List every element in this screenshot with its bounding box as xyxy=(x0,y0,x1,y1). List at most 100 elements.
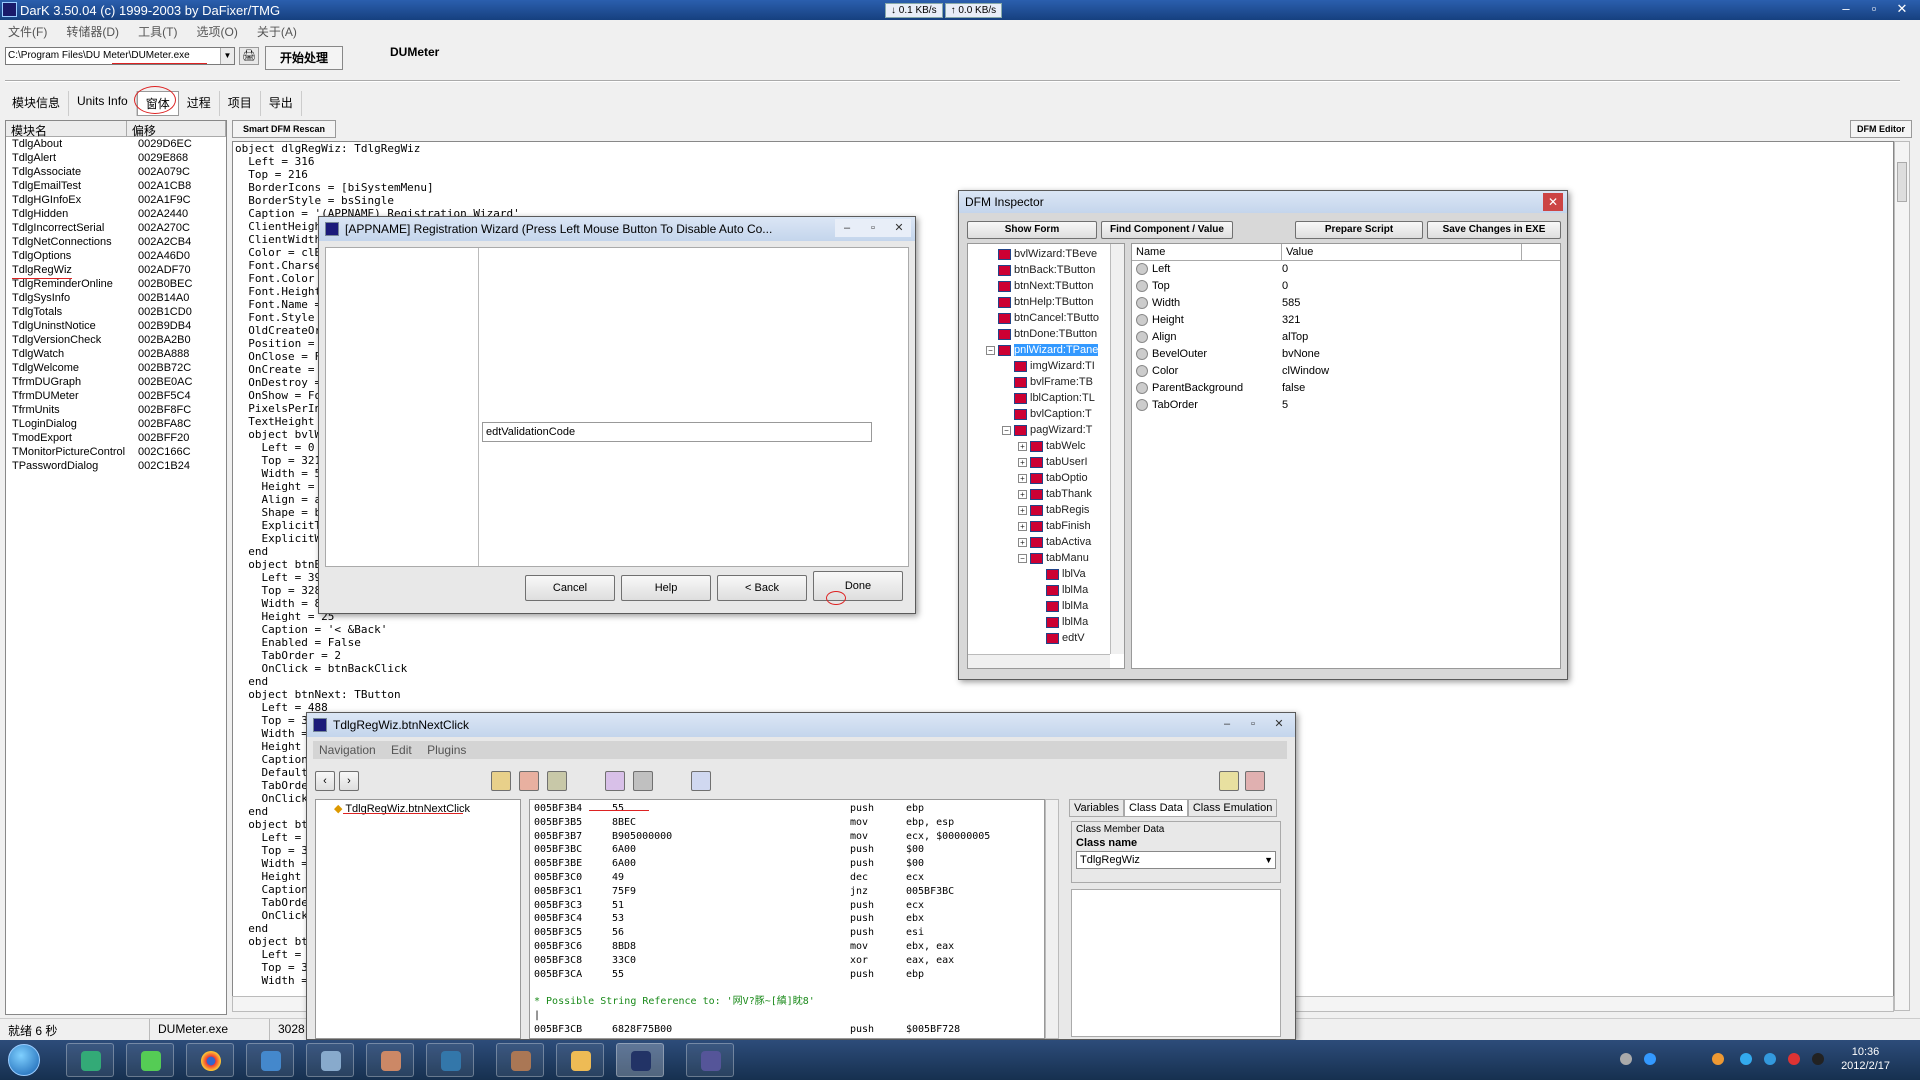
smart-dfm-rescan-button[interactable]: Smart DFM Rescan xyxy=(232,120,336,138)
expand-icon[interactable]: + xyxy=(1018,473,1027,483)
print-icon[interactable] xyxy=(1245,771,1265,791)
menu-edit[interactable]: Edit xyxy=(385,741,418,759)
tray-icon[interactable] xyxy=(1764,1053,1776,1065)
expand-icon[interactable]: + xyxy=(1018,489,1027,499)
column-header-offset[interactable]: 偏移 xyxy=(127,121,226,138)
chrome-icon[interactable] xyxy=(186,1043,234,1077)
property-row[interactable]: ParentBackground false xyxy=(1132,380,1560,397)
tree-node[interactable]: lblMa xyxy=(968,614,1124,630)
minimize-button[interactable]: – xyxy=(1215,715,1239,733)
vertical-scrollbar[interactable] xyxy=(1045,799,1059,1039)
asm-row[interactable]: 005BF3B7 B905000000 mov ecx, $00000005 xyxy=(534,830,1040,844)
asm-row[interactable]: 005BF3CA 55 push ebp xyxy=(534,968,1040,982)
list-item[interactable]: TdlgSysInfo 002B14A0 xyxy=(6,291,226,305)
tree-node[interactable]: − pnlWizard:TPane xyxy=(968,342,1124,358)
menu-file[interactable]: 文件(F) xyxy=(0,20,55,43)
asm-row[interactable]: 005BF3B4 55 push ebp xyxy=(534,802,1040,816)
list-item[interactable]: TdlgReminderOnline 002B0BEC xyxy=(6,277,226,291)
back-arrow-icon[interactable]: ‹ xyxy=(315,771,335,791)
menu-dumper[interactable]: 转储器(D) xyxy=(58,20,127,43)
tree-node[interactable]: lblVa xyxy=(968,566,1124,582)
disassembly-view[interactable]: 005BF3B4 55 push ebp 005BF3B5 8BEC mov ebp, esp… xyxy=(529,799,1045,1039)
start-button[interactable] xyxy=(8,1044,40,1076)
column-header-module[interactable]: 模块名 xyxy=(6,121,127,138)
horizontal-scrollbar[interactable] xyxy=(968,654,1110,668)
asm-row[interactable]: 005BF3C8 33C0 xor eax, eax xyxy=(534,954,1040,968)
tree-node[interactable]: + tabWelc xyxy=(968,438,1124,454)
open-file-button[interactable]: 🖨 xyxy=(239,47,259,65)
copy-icon[interactable] xyxy=(547,771,567,791)
asm-row[interactable]: 005BF3BC 6A00 push $00 xyxy=(534,843,1040,857)
asm-row[interactable]: 005BF3BE 6A00 push $00 xyxy=(534,857,1040,871)
tree-node[interactable]: lblCaption:TL xyxy=(968,390,1124,406)
cancel-button[interactable]: Cancel xyxy=(525,575,615,601)
property-row[interactable]: Top 0 xyxy=(1132,278,1560,295)
list-item[interactable]: TdlgOptions 002A46D0 xyxy=(6,249,226,263)
maximize-button[interactable]: ▫ xyxy=(861,219,885,237)
minimize-button[interactable]: – xyxy=(1832,0,1860,18)
tray-icon[interactable] xyxy=(1740,1053,1752,1065)
asm-row[interactable]: 005BF3C3 51 push ecx xyxy=(534,899,1040,913)
expand-icon[interactable]: + xyxy=(1018,457,1027,467)
property-row[interactable]: BevelOuter bvNone xyxy=(1132,346,1560,363)
expand-icon[interactable]: + xyxy=(1018,505,1027,515)
save-icon[interactable] xyxy=(1219,771,1239,791)
tree-node[interactable]: + tabActiva xyxy=(968,534,1124,550)
list-item[interactable]: TdlgAbout 0029D6EC xyxy=(6,137,226,151)
chevron-down-icon[interactable]: ▼ xyxy=(1264,852,1273,868)
taskbar-app-icon[interactable] xyxy=(66,1043,114,1077)
expand-icon[interactable]: + xyxy=(1018,521,1027,531)
menu-options[interactable]: 选项(O) xyxy=(189,20,246,43)
expand-icon[interactable]: − xyxy=(1002,425,1011,435)
column-header-name[interactable]: Name xyxy=(1132,244,1282,260)
asm-row[interactable]: 005BF3C0 49 dec ecx xyxy=(534,871,1040,885)
property-row[interactable]: Width 585 xyxy=(1132,295,1560,312)
prepare-script-button[interactable]: Prepare Script xyxy=(1295,221,1423,239)
maximize-button[interactable]: ▫ xyxy=(1241,715,1265,733)
class-data-list[interactable] xyxy=(1071,889,1281,1037)
component-tree[interactable]: bvlWizard:TBeve btnBack:TButton btnNext:TB… xyxy=(967,243,1125,669)
taskbar-app-icon[interactable] xyxy=(616,1043,664,1077)
tree-node[interactable]: lblMa xyxy=(968,582,1124,598)
swap-icon[interactable] xyxy=(691,771,711,791)
taskbar-app-icon[interactable] xyxy=(366,1043,414,1077)
list-item[interactable]: TdlgVersionCheck 002BA2B0 xyxy=(6,333,226,347)
tree-node[interactable]: btnCancel:TButto xyxy=(968,310,1124,326)
list-item[interactable]: TdlgRegWiz 002ADF70 xyxy=(6,263,226,277)
property-row[interactable]: Align alTop xyxy=(1132,329,1560,346)
tree-node[interactable]: bvlWizard:TBeve xyxy=(968,246,1124,262)
export-icon[interactable] xyxy=(605,771,625,791)
tree-node[interactable]: + tabThank xyxy=(968,486,1124,502)
tree-node[interactable]: btnDone:TButton xyxy=(968,326,1124,342)
tab-procedures[interactable]: 过程 xyxy=(179,91,220,116)
close-button[interactable]: ✕ xyxy=(1267,715,1291,733)
list-item[interactable]: TdlgUninstNotice 002B9DB4 xyxy=(6,319,226,333)
column-header-value[interactable]: Value xyxy=(1282,244,1522,260)
list-item[interactable]: TdlgWelcome 002BB72C xyxy=(6,361,226,375)
goto-icon[interactable] xyxy=(491,771,511,791)
close-button[interactable]: ✕ xyxy=(1888,0,1916,18)
asm-row[interactable]: 005BF3C1 75F9 jnz 005BF3BC xyxy=(534,885,1040,899)
folder-icon[interactable] xyxy=(556,1043,604,1077)
tab-module-info[interactable]: 模块信息 xyxy=(4,91,70,116)
expand-icon[interactable]: − xyxy=(1018,553,1027,563)
tree-node[interactable]: bvlFrame:TB xyxy=(968,374,1124,390)
expand-icon[interactable]: + xyxy=(1018,441,1027,451)
list-item[interactable]: TdlgIncorrectSerial 002A270C xyxy=(6,221,226,235)
taskbar-app-icon[interactable] xyxy=(496,1043,544,1077)
list-item[interactable]: TdlgHidden 002A2440 xyxy=(6,207,226,221)
plugin-icon[interactable] xyxy=(633,771,653,791)
asm-row[interactable]: 005BF3CB 6828F75B00 push $005BF728 xyxy=(534,1023,1040,1037)
tree-node[interactable]: + tabUserI xyxy=(968,454,1124,470)
tab-class-emulation[interactable]: Class Emulation xyxy=(1187,799,1278,817)
property-grid[interactable]: Name Value Left 0 Top 0 Width 585 Height 321 Ali… xyxy=(1131,243,1561,669)
list-item[interactable]: TMonitorPictureControl 002C166C xyxy=(6,445,226,459)
tree-node[interactable]: edtV xyxy=(968,630,1124,646)
list-item[interactable]: TfrmUnits 002BF8FC xyxy=(6,403,226,417)
taskbar-app-icon[interactable] xyxy=(246,1043,294,1077)
tree-node[interactable]: − pagWizard:T xyxy=(968,422,1124,438)
list-item[interactable]: TmodExport 002BFF20 xyxy=(6,431,226,445)
vertical-scrollbar[interactable] xyxy=(1894,141,1910,1011)
asm-row[interactable]: 005BF3C6 8BD8 mov ebx, eax xyxy=(534,940,1040,954)
property-row[interactable]: TabOrder 5 xyxy=(1132,397,1560,414)
